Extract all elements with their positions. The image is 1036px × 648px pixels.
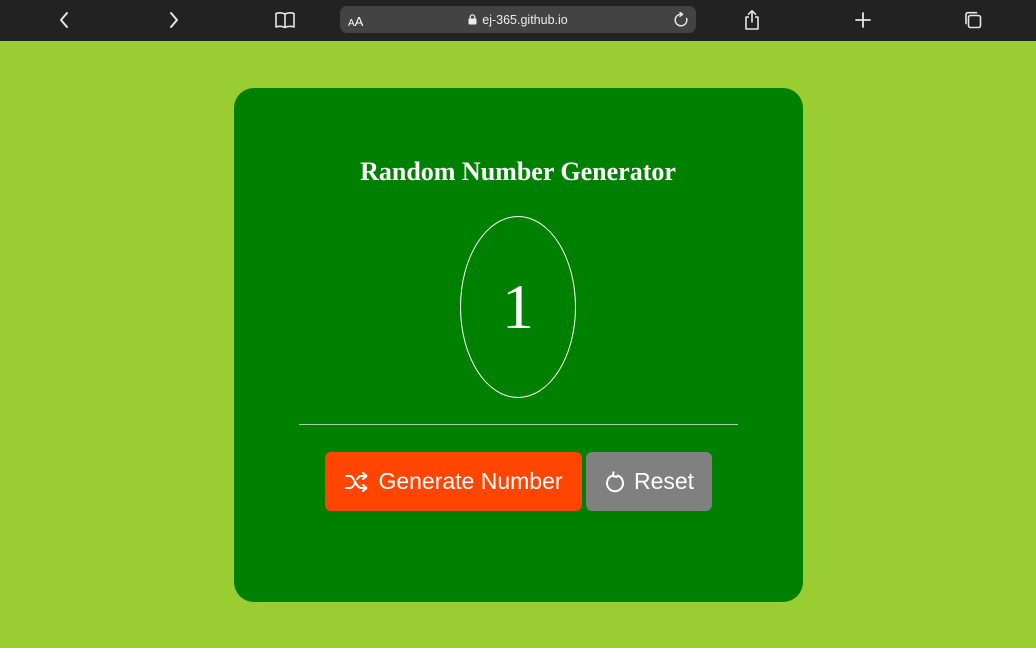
tabs-icon bbox=[965, 11, 982, 29]
reset-button[interactable]: Reset bbox=[586, 452, 712, 511]
reader-options-button[interactable]: AA bbox=[348, 6, 363, 33]
browser-toolbar: AA ej-365.github.io bbox=[0, 0, 1036, 41]
generate-number-button[interactable]: Generate Number bbox=[325, 452, 582, 511]
share-icon bbox=[745, 10, 759, 30]
back-button[interactable] bbox=[49, 6, 79, 34]
back-icon bbox=[60, 12, 68, 28]
reset-label: Reset bbox=[633, 468, 695, 494]
url-text[interactable]: ej-365.github.io bbox=[482, 13, 567, 27]
forward-icon bbox=[170, 12, 178, 28]
lock-icon bbox=[468, 13, 477, 24]
number-display: 1 bbox=[460, 216, 576, 398]
divider bbox=[299, 424, 738, 425]
aa-large-label: A bbox=[354, 14, 364, 29]
reload-button[interactable] bbox=[670, 9, 692, 31]
reload-icon bbox=[674, 12, 688, 27]
share-button[interactable] bbox=[737, 6, 767, 34]
tabs-overview-button[interactable] bbox=[958, 6, 988, 34]
generate-number-label: Generate Number bbox=[378, 468, 563, 494]
random-number-value: 1 bbox=[502, 271, 534, 342]
new-tab-button[interactable] bbox=[848, 6, 878, 34]
bookmarks-button[interactable] bbox=[270, 6, 300, 34]
reset-icon bbox=[606, 470, 624, 492]
shuffle-icon bbox=[345, 471, 368, 492]
page-title: Random Number Generator bbox=[360, 157, 676, 186]
aa-small-label: A bbox=[348, 18, 355, 29]
address-bar[interactable]: AA ej-365.github.io bbox=[340, 6, 696, 33]
bookmarks-icon bbox=[275, 12, 295, 29]
new-tab-icon bbox=[855, 12, 871, 28]
forward-button[interactable] bbox=[159, 6, 189, 34]
